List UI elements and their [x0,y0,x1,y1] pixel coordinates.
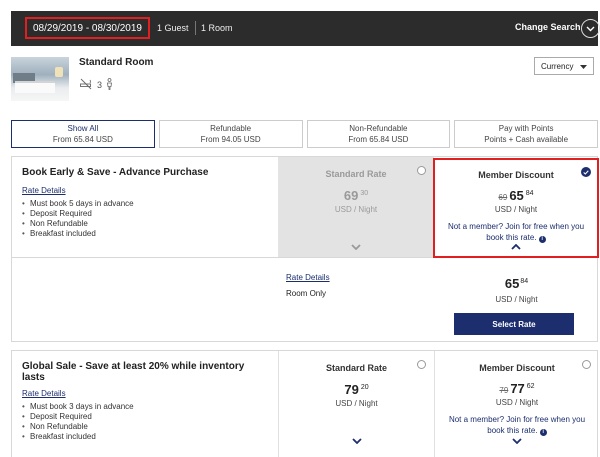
member-discount-option[interactable]: Member Discount 69 65 84 USD / Night Not a… [433,158,599,258]
rate-details-link[interactable]: Rate Details [22,186,66,195]
price: 79 20 [344,382,369,397]
guest-count: 1 Guest [157,23,189,33]
tab-pay-with-points[interactable]: Pay with Points Points + Cash available [454,120,598,148]
tab-label: Show All [67,124,99,133]
rate-name: Book Early & Save - Advance Purchase [22,167,209,178]
list-item: Must book 3 days in advance [22,402,268,412]
chevron-down-icon[interactable] [351,437,362,446]
search-summary-bar: 08/29/2019 - 08/30/2019 1 Guest 1 Room C… [11,11,600,46]
checkmark-icon [581,167,591,177]
rate-details-link[interactable]: Rate Details [22,389,66,398]
tab-label: Refundable [210,124,252,133]
option-title: Standard Rate [325,169,387,179]
rate-info: Global Sale - Save at least 20% while in… [12,351,278,457]
date-range[interactable]: 08/29/2019 - 08/30/2019 [25,17,150,39]
list-item: Deposit Required [22,209,268,219]
occupancy-count: 3 [97,80,103,90]
option-title: Standard Rate [325,363,387,373]
caret-down-icon [580,62,587,71]
price-unit: USD / Night [495,295,538,304]
rate-plan-advance-purchase: Book Early & Save - Advance Purchase Rat… [11,156,599,258]
tab-sub: From 94.05 USD [200,135,261,144]
rate-expanded-details: Rate Details Room Only 6584 USD / Night … [11,258,598,342]
price: 79 77 62 [499,381,535,396]
currency-label: Currency [541,61,574,71]
member-promo-text[interactable]: Not a member? Join for free when you boo… [435,414,599,436]
tab-show-all[interactable]: Show All From 65.84 USD [11,120,155,148]
member-promo-text[interactable]: Not a member? Join for free when you boo… [433,221,599,243]
change-search-button[interactable]: Change Search [515,22,581,32]
tab-sub: From 65.84 USD [348,135,409,144]
chevron-down-icon[interactable] [581,19,600,38]
tab-label: Non-Refundable [349,124,408,133]
room-only-label: Room Only [286,289,327,298]
room-photo[interactable] [11,57,69,101]
tab-sub: From 65.84 USD [52,135,113,144]
price-unit: USD / Night [334,205,378,214]
no-smoking-icon [79,78,93,92]
list-item: Breakfast included [22,229,268,239]
radio-button[interactable] [417,360,426,369]
list-item: Breakfast included [22,432,268,442]
room-amenities: 3 [79,78,113,92]
rate-plan-global-sale: Global Sale - Save at least 20% while in… [11,350,598,457]
rate-details-link[interactable]: Rate Details [286,273,330,282]
standard-rate-option[interactable]: Standard Rate 69 30 USD / Night [278,157,434,257]
tab-sub: Points + Cash available [484,135,569,144]
original-price: 79 [499,386,509,395]
person-icon [106,78,113,92]
radio-button[interactable] [417,166,426,175]
radio-button[interactable] [582,360,591,369]
room-count: 1 Room [201,23,233,33]
info-icon[interactable]: i [538,236,546,243]
price-unit: USD / Night [335,399,378,408]
option-title: Member Discount [479,363,555,373]
price-unit: USD / Night [495,398,539,407]
tab-label: Pay with Points [498,124,554,133]
tab-non-refundable[interactable]: Non-Refundable From 65.84 USD [306,120,451,148]
currency-select[interactable]: Currency [534,57,594,75]
chevron-up-icon[interactable] [511,243,521,252]
chevron-down-icon[interactable] [512,437,522,446]
chevron-down-icon[interactable] [351,243,361,252]
rate-name: Global Sale - Save at least 20% while in… [22,361,245,383]
list-item: Deposit Required [22,412,268,422]
standard-rate-option[interactable]: Standard Rate 79 20 USD / Night [278,351,434,457]
selected-price: 6584 [504,276,529,291]
select-rate-button[interactable]: Select Rate [454,313,574,335]
divider [195,21,196,35]
info-icon[interactable]: i [539,429,547,436]
price: 69 65 84 [498,188,534,203]
list-item: Must book 5 days in advance [22,199,268,209]
price: 69 30 [343,188,369,203]
list-item: Non Refundable [22,219,268,229]
room-title: Standard Room [79,57,154,68]
member-discount-option[interactable]: Member Discount 79 77 62 USD / Night Not a… [434,351,599,457]
lamp-shape [55,67,63,77]
rate-info: Book Early & Save - Advance Purchase Rat… [12,157,278,257]
option-title: Member Discount [478,170,554,180]
rate-conditions: Must book 3 days in advance Deposit Requ… [22,402,268,442]
bed-shape [15,81,55,93]
rate-conditions: Must book 5 days in advance Deposit Requ… [22,199,268,239]
price-unit: USD / Night [494,205,538,214]
list-item: Non Refundable [22,422,268,432]
tab-refundable[interactable]: Refundable From 94.05 USD [158,120,303,148]
original-price: 69 [498,193,508,202]
rate-filter-tabs: Show All From 65.84 USD Refundable From … [11,120,598,148]
